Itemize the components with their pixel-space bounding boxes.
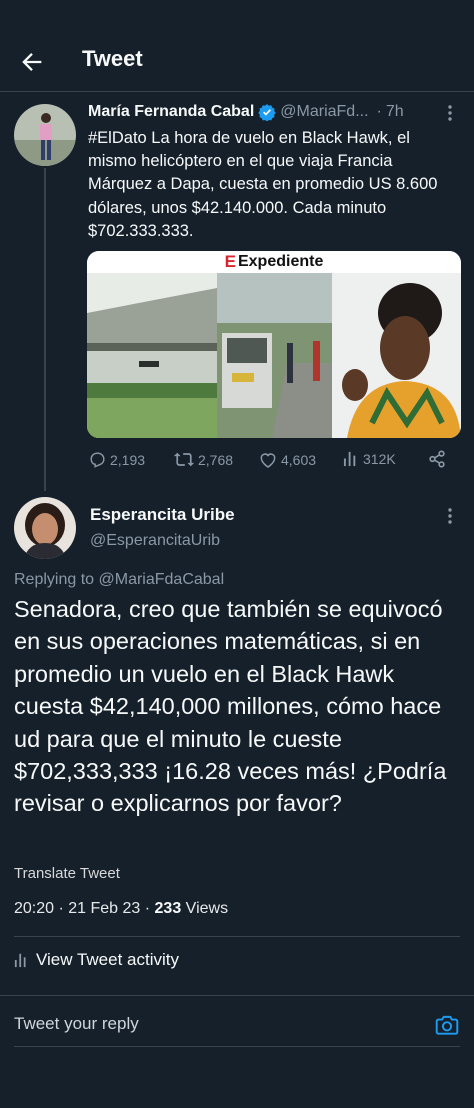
reply-count: 2,193	[110, 451, 146, 468]
logo-mark: E	[224, 252, 236, 271]
views-button[interactable]: 312K	[343, 450, 396, 467]
reply-input[interactable]: Tweet your reply	[14, 1014, 139, 1034]
like-icon	[260, 453, 276, 468]
header-divider	[0, 91, 474, 92]
tweet-text: #ElDato La hora de vuelo en Black Hawk, …	[88, 129, 438, 240]
media-logo: E Expediente	[87, 251, 461, 273]
views-number: 233	[154, 900, 182, 917]
retweet-button[interactable]: 2,768	[173, 450, 233, 469]
media-photo	[87, 273, 461, 438]
timestamp[interactable]: 20:20 · 21 Feb 23 ·	[14, 900, 155, 917]
views-icon	[343, 451, 356, 467]
tweet-text: Senadora, creo que también se equivocó e…	[14, 596, 447, 817]
views-count: 312K	[363, 450, 396, 467]
translate-link[interactable]: Translate Tweet	[14, 865, 120, 882]
like-button[interactable]: 4,603	[258, 450, 316, 469]
share-button[interactable]	[428, 450, 446, 468]
meta-divider	[14, 936, 460, 937]
verified-icon	[258, 103, 276, 121]
back-arrow-icon[interactable]	[18, 48, 46, 76]
top-bar: Tweet	[0, 22, 474, 98]
tweet-media[interactable]: E Expediente	[87, 251, 461, 438]
tweet-meta: 20:20 · 21 Feb 23 · 233 Views	[14, 900, 228, 918]
more-icon[interactable]	[447, 507, 453, 525]
page-title: Tweet	[82, 46, 143, 71]
logo-text: Expediente	[237, 253, 324, 270]
thread-connector	[44, 168, 46, 491]
tweet1-header: María Fernanda Cabal @MariaFd... · 7h	[88, 103, 458, 121]
tweet-time[interactable]: 7h	[386, 103, 404, 121]
reply-underline	[14, 1046, 460, 1047]
activity-divider	[0, 995, 474, 996]
tweet1-actions: 2,193 2,768 4,603 312K	[88, 450, 460, 472]
author-name[interactable]: Esperancita Uribe	[90, 505, 235, 525]
views-label: Views	[181, 900, 229, 917]
replying-mention[interactable]: @MariaFdaCabal	[99, 571, 225, 588]
author-handle[interactable]: @MariaFd...	[280, 103, 368, 121]
avatar[interactable]	[14, 104, 76, 166]
dot-separator: ·	[376, 103, 382, 120]
camera-icon[interactable]	[434, 1012, 460, 1038]
reply-button[interactable]: 2,193	[88, 450, 145, 469]
reply-icon	[90, 452, 105, 468]
retweet-icon	[173, 452, 195, 467]
activity-label: View Tweet activity	[36, 950, 179, 969]
avatar[interactable]	[14, 497, 76, 559]
replying-prefix: Replying to	[14, 571, 95, 588]
analytics-icon	[14, 953, 26, 968]
author-handle[interactable]: @EsperancitaUrib	[90, 532, 220, 550]
more-icon[interactable]	[447, 104, 453, 122]
replying-to: Replying to @MariaFdaCabal	[14, 571, 224, 589]
share-icon	[429, 450, 445, 468]
view-activity-button[interactable]: View Tweet activity	[14, 950, 179, 970]
like-count: 4,603	[281, 451, 317, 468]
retweet-count: 2,768	[198, 451, 234, 468]
author-name[interactable]: María Fernanda Cabal	[88, 103, 254, 121]
